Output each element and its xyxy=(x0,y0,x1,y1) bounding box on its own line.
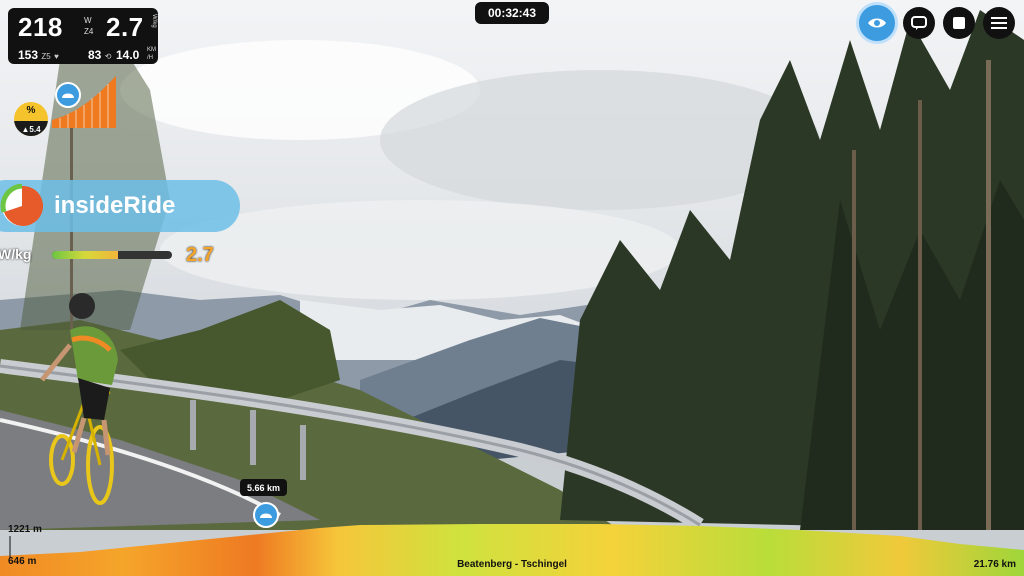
helmet-icon xyxy=(260,513,272,518)
eye-icon xyxy=(868,18,886,28)
wkg-gauge-value: 2.7 xyxy=(186,244,214,266)
heart-icon: ♥ xyxy=(54,52,59,61)
elevation-max: 1221 m xyxy=(8,524,42,535)
ride-video-scene xyxy=(0,0,1024,576)
elevation-profile: 1221 m 646 m Beatenberg - Tschingel 21.7… xyxy=(0,522,1024,576)
gradient-indicator: % ▲5.4 xyxy=(14,102,48,136)
brand-overlay: insideRide xyxy=(0,180,240,232)
total-distance: 21.76 km xyxy=(973,559,1016,570)
landscape-illustration xyxy=(0,10,1024,531)
route-name: Beatenberg - Tschingel xyxy=(457,559,567,570)
heart-rate-value: 153 Z5 ♥ xyxy=(18,48,59,62)
chat-button[interactable] xyxy=(903,7,935,39)
wkg-gauge-label: W/kg xyxy=(0,246,32,262)
brand-name: insideRide xyxy=(54,192,176,219)
power-value: 218 xyxy=(18,12,63,42)
grade-number: 5.4 xyxy=(29,125,41,134)
power-unit: W xyxy=(84,16,92,25)
stats-panel: 218 W Z4 2.7 W/kg 153 Z5 ♥ 83 ⟲ 14.0 KM … xyxy=(8,8,158,64)
grade-value: ▲5.4 xyxy=(21,125,41,134)
hamburger-menu-icon xyxy=(991,17,1007,29)
stop-button[interactable] xyxy=(943,7,975,39)
menu-button[interactable] xyxy=(983,7,1015,39)
wkg-gauge-fill xyxy=(52,251,118,259)
rider-position-pin xyxy=(55,82,81,108)
wkg-unit: W/kg xyxy=(151,14,157,28)
cadence-number: 83 xyxy=(88,48,102,62)
power-zone: Z4 xyxy=(84,27,94,36)
speed-unit-bottom: /H xyxy=(147,55,153,61)
chat-icon xyxy=(911,16,927,30)
wkg-gauge-bar xyxy=(52,251,172,259)
heart-rate-number: 153 xyxy=(18,48,39,62)
speed-value: 14.0 xyxy=(116,48,140,62)
hr-zone: Z5 xyxy=(41,52,51,61)
cadence-icon: ⟲ xyxy=(104,52,112,61)
brand-logo-icon xyxy=(0,184,44,226)
view-toggle-button[interactable] xyxy=(856,2,898,44)
stop-icon xyxy=(953,17,965,29)
helmet-icon xyxy=(62,93,74,98)
wkg-value: 2.7 xyxy=(106,12,144,42)
cadence-value: 83 ⟲ xyxy=(88,48,111,62)
elapsed-timer: 00:32:43 xyxy=(475,2,549,24)
distance-marker-label: 5.66 km xyxy=(240,479,288,496)
grade-symbol: % xyxy=(26,105,36,116)
